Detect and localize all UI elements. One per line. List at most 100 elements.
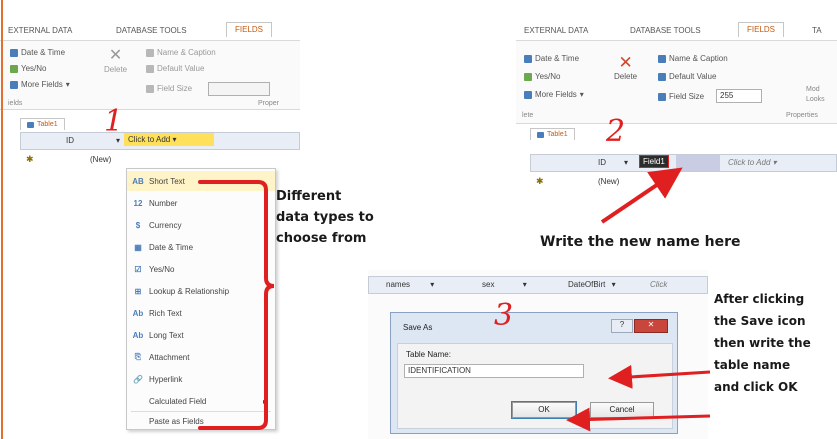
rich-text-icon: Ab xyxy=(132,308,144,318)
ok-button[interactable]: OK xyxy=(511,401,577,419)
new-record-cell[interactable]: (New) xyxy=(90,155,111,164)
ribbon-group-label-properties: Proper xyxy=(258,100,280,107)
tab-table[interactable]: TA xyxy=(812,26,822,35)
yes-no-field-button[interactable]: Yes/No xyxy=(10,64,47,73)
menu-item-date-time[interactable]: ▦ Date & Time xyxy=(127,237,275,257)
tab-fields[interactable]: FIELDS xyxy=(738,22,785,37)
menu-item-yes-no[interactable]: ☑ Yes/No xyxy=(127,259,275,279)
table-name-label: Table Name: xyxy=(406,350,451,359)
date-time-label: Date & Time xyxy=(21,48,66,57)
name-caption-label: Name & Caption xyxy=(669,54,728,63)
tab-database-tools[interactable]: DATABASE TOOLS xyxy=(116,26,187,35)
menu-item-long-text[interactable]: Ab Long Text xyxy=(127,325,275,345)
dialog-body: Table Name: IDENTIFICATION OK Cancel xyxy=(397,343,673,429)
table-tab[interactable]: Table1 xyxy=(20,118,65,130)
annotation-line-1: After clicking xyxy=(714,292,805,306)
table-icon xyxy=(27,121,34,128)
yes-no-icon: ☑ xyxy=(134,264,142,274)
menu-item-hyperlink[interactable]: 🔗 Hyperlink xyxy=(127,369,275,389)
ribbon-group-label-properties: Properties xyxy=(786,112,818,119)
close-button[interactable]: ✕ xyxy=(634,319,668,333)
name-caption-label: Name & Caption xyxy=(157,48,216,57)
column-header-names[interactable]: names ▾ xyxy=(386,280,434,289)
field-size-input[interactable] xyxy=(208,82,270,96)
menu-item-number[interactable]: 12 Number xyxy=(127,193,275,213)
attachment-icon: ⎘ xyxy=(134,352,142,361)
ribbon-group-label-left: ields xyxy=(8,100,23,107)
menu-item-rich-text[interactable]: Ab Rich Text xyxy=(127,303,275,323)
date-time-label: Date & Time xyxy=(535,54,580,63)
yes-no-label: Yes/No xyxy=(535,72,561,81)
lookups-label: Looks xyxy=(806,96,825,103)
more-fields-button[interactable]: More Fields ▾ xyxy=(10,80,70,89)
field1-edit-cell[interactable] xyxy=(676,155,720,171)
annotation-line-2: the Save icon xyxy=(714,314,806,328)
new-record-star-icon: ✱ xyxy=(536,176,544,186)
name-caption-button[interactable]: Name & Caption xyxy=(146,48,216,57)
table-tab-label: Table1 xyxy=(37,121,58,128)
modify-lookups-button[interactable]: Mod xyxy=(806,86,820,93)
table-name-input[interactable]: IDENTIFICATION xyxy=(404,364,584,378)
more-fields-label: More Fields xyxy=(21,80,63,89)
calendar-icon xyxy=(10,48,18,57)
more-fields-icon xyxy=(10,80,18,89)
panel-2-rename-field: EXTERNAL DATA DATABASE TOOLS FIELDS TA D… xyxy=(516,0,837,240)
default-value-icon xyxy=(146,64,154,73)
click-to-add-column[interactable]: Click to Add ▾ xyxy=(728,158,777,167)
step-number-3: 3 xyxy=(494,298,514,333)
short-text-label: Short Text xyxy=(149,176,185,186)
column-header-click-to-add[interactable]: Click xyxy=(650,280,667,289)
table-tab[interactable]: Table1 xyxy=(530,128,575,140)
menu-item-lookup-relationship[interactable]: ⊞ Lookup & Relationship xyxy=(127,281,275,301)
number-label: Number xyxy=(149,198,178,208)
delete-x-icon: ✕ xyxy=(108,47,123,64)
menu-item-calculated-field[interactable]: Calculated Field ▸ xyxy=(127,391,275,411)
click-to-add-label: Click to Add xyxy=(728,158,771,167)
field-size-input[interactable]: 255 xyxy=(716,89,762,103)
default-value-button[interactable]: Default Value xyxy=(658,72,716,81)
calculated-label: Calculated Field xyxy=(149,396,207,406)
click-to-add-column[interactable]: Click to Add ▾ xyxy=(124,133,214,146)
tab-external-data[interactable]: EXTERNAL DATA xyxy=(524,26,588,35)
cancel-button[interactable]: Cancel xyxy=(590,402,654,418)
delete-button[interactable]: ✕ Delete xyxy=(104,47,127,75)
annotation-save-as-instructions: After clicking the Save icon then write … xyxy=(714,288,811,398)
column-header-sex[interactable]: sex ▾ xyxy=(482,280,527,289)
default-value-button[interactable]: Default Value xyxy=(146,64,204,73)
date-time-field-button[interactable]: Date & Time xyxy=(524,54,579,63)
yes-no-field-button[interactable]: Yes/No xyxy=(524,72,561,81)
help-button[interactable]: ? xyxy=(611,319,633,333)
short-text-icon: AB xyxy=(132,176,144,186)
date-time-menu-label: Date & Time xyxy=(149,242,194,252)
more-fields-label: More Fields xyxy=(535,90,577,99)
more-fields-icon xyxy=(524,90,532,99)
menu-item-currency[interactable]: $ Currency xyxy=(127,215,275,235)
sex-label: sex xyxy=(482,280,495,289)
dialog-title: Save As xyxy=(403,323,433,332)
delete-button[interactable]: ✕ Delete xyxy=(614,54,637,81)
column-header-dateofbirth[interactable]: DateOfBirt ▾ xyxy=(568,280,616,289)
menu-item-paste-as-fields[interactable]: Paste as Fields xyxy=(127,411,275,431)
new-record-cell[interactable]: (New) xyxy=(598,177,619,186)
field-size-icon xyxy=(146,84,154,93)
column-header-id[interactable]: ID xyxy=(598,158,606,167)
tab-database-tools[interactable]: DATABASE TOOLS xyxy=(630,26,701,35)
menu-item-short-text[interactable]: AB Short Text xyxy=(127,171,275,191)
tab-fields[interactable]: FIELDS xyxy=(226,22,273,37)
date-time-field-button[interactable]: Date & Time xyxy=(10,48,65,57)
menu-item-attachment[interactable]: ⎘ Attachment xyxy=(127,347,275,367)
more-fields-button[interactable]: More Fields ▾ xyxy=(524,90,584,99)
sort-dropdown-icon[interactable]: ▾ xyxy=(624,158,628,167)
field-size-label-row: Field Size xyxy=(658,92,704,101)
column-header-id[interactable]: ID xyxy=(66,136,74,145)
tab-external-data[interactable]: EXTERNAL DATA xyxy=(8,26,72,35)
annotation-line-3: choose from xyxy=(276,231,367,246)
field-size-label: Field Size xyxy=(669,92,705,101)
name-caption-button[interactable]: Name & Caption xyxy=(658,54,728,63)
panel-1-access-fields-ribbon: EXTERNAL DATA DATABASE TOOLS FIELDS Date… xyxy=(0,0,300,439)
chevron-down-icon: ▾ xyxy=(579,90,584,99)
default-value-label: Default Value xyxy=(157,64,205,73)
field-size-label-row: Field Size xyxy=(146,84,192,93)
table-tab-label: Table1 xyxy=(547,131,568,138)
column-header-field1-editing[interactable]: Field1 xyxy=(639,155,669,168)
